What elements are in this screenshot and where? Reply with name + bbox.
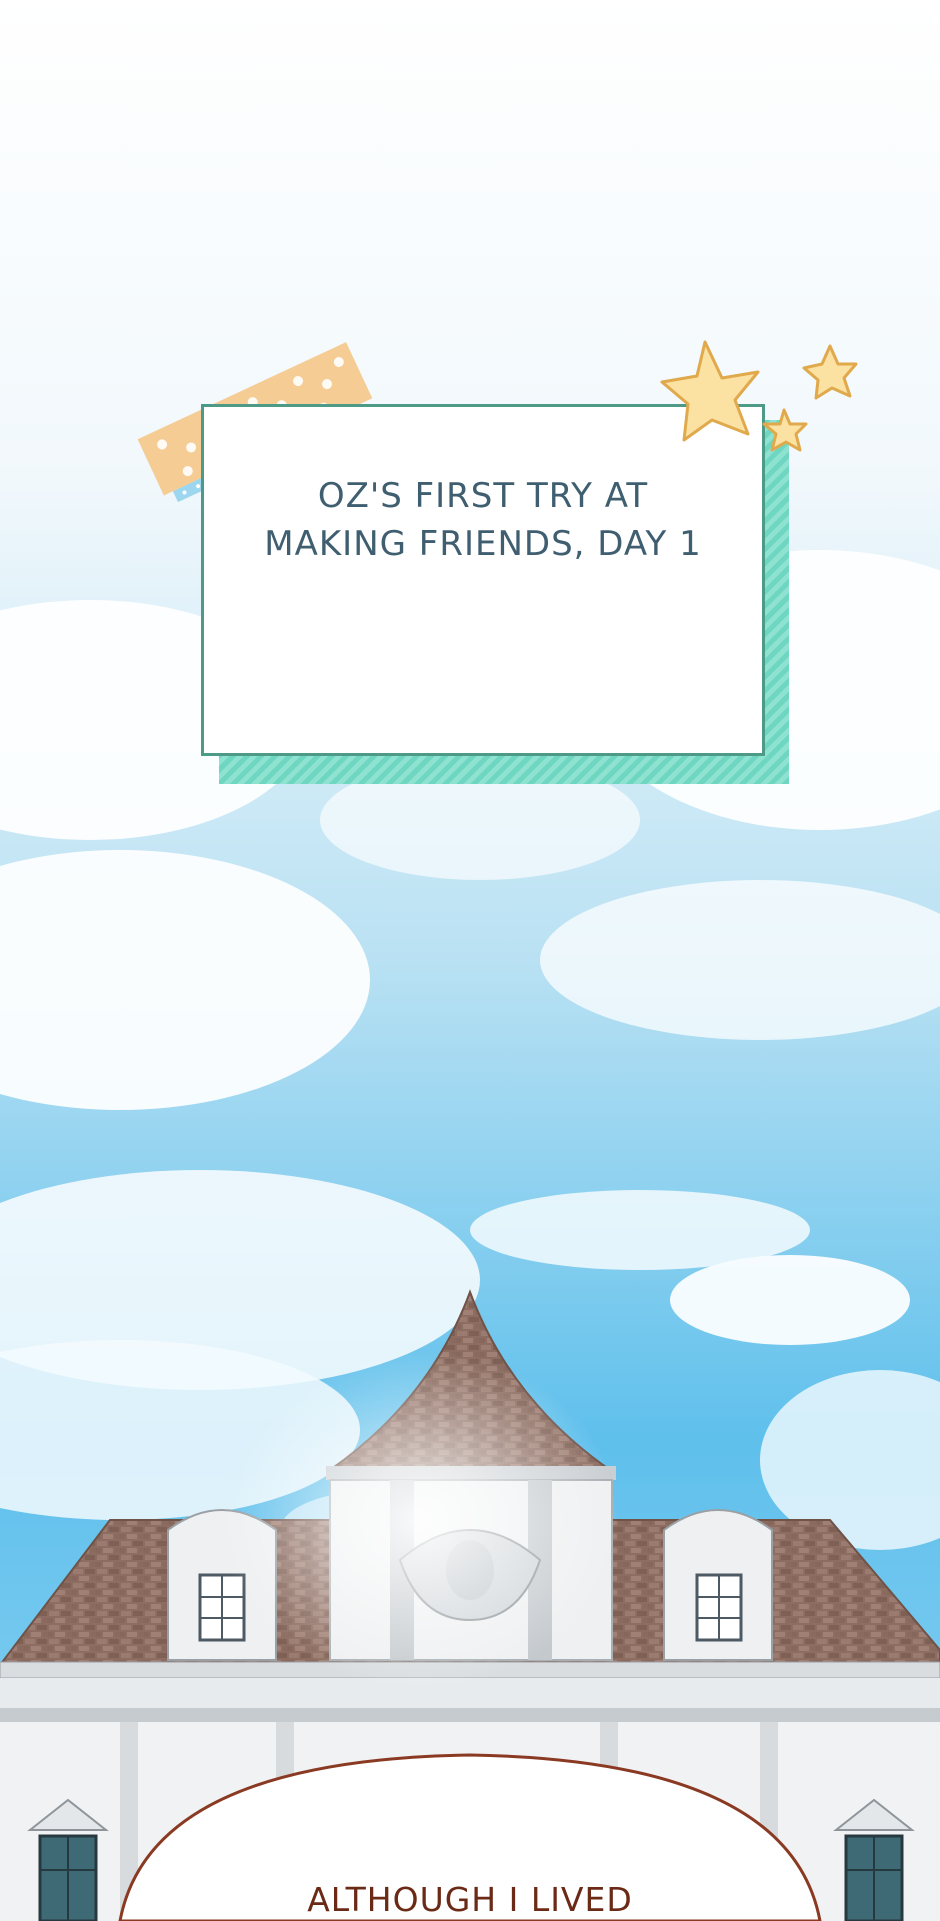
sun-glare [220,1350,620,1690]
star-sticker-small-right [802,344,858,400]
dormer-right [663,1509,773,1661]
star-stickers [660,340,858,452]
caption-line-2: MAKING FRIENDS, DAY 1 [264,524,702,564]
star-sticker-small [762,408,808,452]
star-sticker-large [660,340,760,442]
speech-bubble-text: ALTHOUGH I LIVED [307,1880,633,1919]
